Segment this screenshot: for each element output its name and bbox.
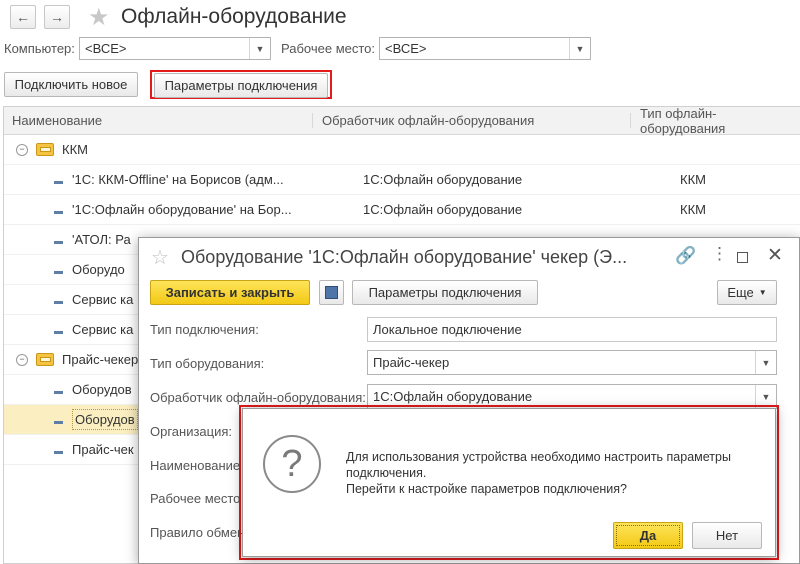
more-actions-icon[interactable]: ⋮	[711, 244, 728, 264]
equip-type-label: Тип оборудования:	[150, 356, 265, 371]
dialog-title: Оборудование '1С:Офлайн оборудование' че…	[181, 247, 628, 267]
collapse-icon[interactable]: −	[16, 143, 28, 156]
exchange-rule-label: Правило обмен	[150, 525, 245, 540]
equip-type-select[interactable]: Прайс-чекер ▼	[367, 350, 777, 375]
favorite-star-icon[interactable]: ★	[88, 3, 110, 32]
handler-value: 1С:Офлайн оборудование	[373, 389, 533, 404]
floppy-disk-icon	[325, 286, 338, 299]
link-icon[interactable]: 🔗	[675, 246, 696, 266]
folder-icon	[36, 353, 54, 366]
dialog-connection-params-button[interactable]: Параметры подключения	[352, 280, 538, 305]
page-title: Офлайн-оборудование	[121, 5, 347, 28]
workplace-select[interactable]: <ВСЕ> ▼	[379, 37, 591, 60]
cell-type: ККМ	[680, 172, 706, 187]
item-icon	[54, 331, 63, 334]
item-icon	[54, 241, 63, 244]
name-label: Наименование	[150, 458, 241, 473]
message-line: подключения.	[346, 466, 427, 480]
item-icon	[54, 301, 63, 304]
cell-name: '1С:Офлайн оборудование' на Бор...	[72, 202, 292, 217]
computer-value: <ВСЕ>	[85, 41, 127, 56]
back-button[interactable]: ←	[10, 5, 36, 29]
table-row[interactable]: '1С: ККМ-Offline' на Борисов (адм... 1С:…	[4, 165, 800, 195]
save-button[interactable]	[319, 280, 344, 305]
item-icon	[54, 451, 63, 454]
column-header-handler[interactable]: Обработчик офлайн-оборудования	[313, 113, 631, 128]
item-icon	[54, 391, 63, 394]
maximize-icon[interactable]	[737, 252, 748, 263]
cell-name: Оборудо	[72, 262, 125, 277]
group-row-kkm[interactable]: − ККМ	[4, 135, 800, 165]
message-line: Для использования устройства необходимо …	[346, 450, 731, 464]
item-icon	[54, 211, 63, 214]
favorite-star-icon[interactable]: ☆	[151, 245, 169, 270]
folder-icon	[36, 143, 54, 156]
arrow-right-icon: →	[50, 9, 64, 25]
workplace-label: Рабочее место:	[281, 41, 376, 56]
dropdown-arrow-icon[interactable]: ▼	[755, 351, 776, 374]
item-icon	[54, 271, 63, 274]
cell-name: Оборудов	[72, 409, 138, 430]
dropdown-arrow-icon[interactable]: ▼	[569, 38, 590, 59]
cell-name: Прайс-чек	[72, 442, 134, 457]
confirm-message: Для использования устройства необходимо …	[346, 449, 731, 497]
cell-name: '1С: ККМ-Offline' на Борисов (адм...	[72, 172, 284, 187]
column-header-type[interactable]: Тип офлайн-оборудования	[631, 106, 800, 136]
cell-handler: 1С:Офлайн оборудование	[363, 202, 523, 217]
group-label: Прайс-чекер	[62, 352, 139, 367]
question-icon: ?	[263, 435, 321, 493]
item-icon	[54, 181, 63, 184]
cell-name: Сервис ка	[72, 292, 134, 307]
computer-label: Компьютер:	[4, 41, 75, 56]
table-row[interactable]: '1С:Офлайн оборудование' на Бор... 1С:Оф…	[4, 195, 800, 225]
equip-type-value: Прайс-чекер	[373, 355, 450, 370]
cell-name: Сервис ка	[72, 322, 134, 337]
arrow-left-icon: ←	[16, 9, 30, 25]
no-button[interactable]: Нет	[692, 522, 762, 549]
forward-button[interactable]: →	[44, 5, 70, 29]
workplace-label: Рабочее место	[150, 491, 241, 506]
table-header: Наименование Обработчик офлайн-оборудова…	[4, 106, 800, 136]
save-close-button[interactable]: Записать и закрыть	[150, 280, 310, 305]
dropdown-arrow-icon: ▼	[758, 288, 767, 297]
cell-handler: 1С:Офлайн оборудование	[363, 172, 523, 187]
cell-name: Оборудов	[72, 382, 132, 397]
workplace-value: <ВСЕ>	[385, 41, 427, 56]
org-label: Организация:	[150, 424, 233, 439]
conn-type-field[interactable]: Локальное подключение	[367, 317, 777, 342]
item-icon	[54, 421, 63, 424]
cell-name: 'АТОЛ: Ра	[72, 232, 131, 247]
connect-new-button[interactable]: Подключить новое	[4, 72, 138, 97]
cell-type: ККМ	[680, 202, 706, 217]
collapse-icon[interactable]: −	[16, 353, 28, 366]
connection-params-button[interactable]: Параметры подключения	[154, 73, 328, 98]
conn-type-label: Тип подключения:	[150, 322, 259, 337]
column-header-name[interactable]: Наименование	[4, 113, 313, 128]
handler-label: Обработчик офлайн-оборудования:	[150, 390, 366, 405]
message-line: Перейти к настройке параметров подключен…	[346, 482, 628, 496]
confirm-dialog: ? Для использования устройства необходим…	[242, 408, 776, 557]
group-label: ККМ	[62, 142, 88, 157]
more-label: Еще	[727, 285, 754, 300]
yes-button[interactable]: Да	[613, 522, 683, 549]
computer-select[interactable]: <ВСЕ> ▼	[79, 37, 271, 60]
close-icon[interactable]: ✕	[767, 244, 783, 267]
dropdown-arrow-icon[interactable]: ▼	[249, 38, 270, 59]
more-button[interactable]: Еще ▼	[717, 280, 777, 305]
